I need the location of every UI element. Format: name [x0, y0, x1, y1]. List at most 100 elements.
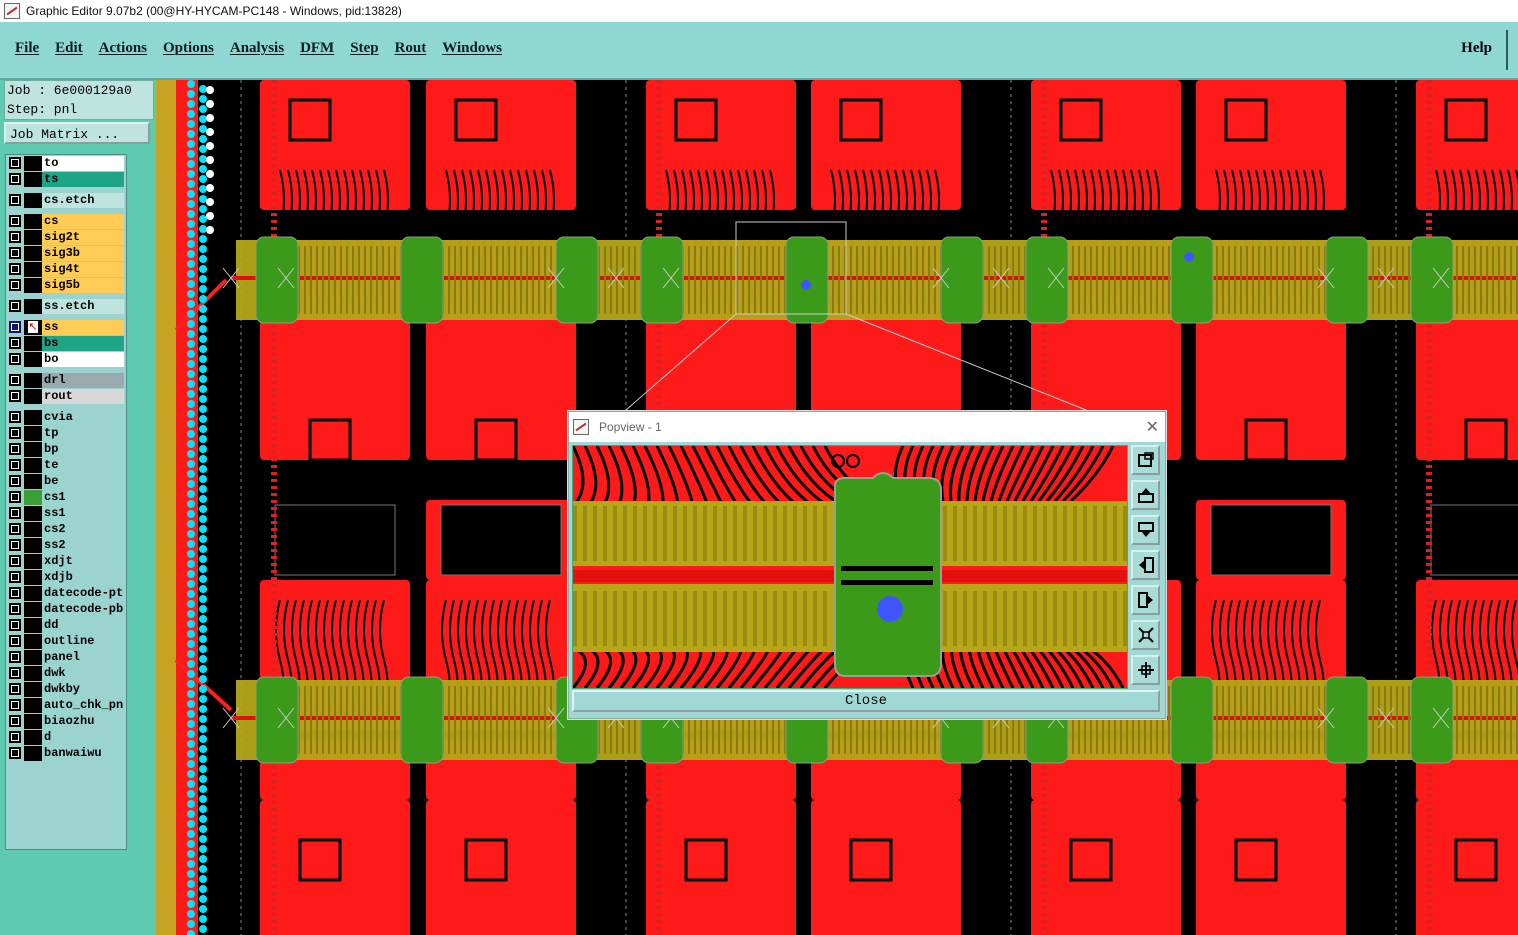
popview-titlebar[interactable]: Popview - 1 ✕	[569, 412, 1165, 442]
layer-checkbox[interactable]	[9, 300, 21, 312]
layer-checkbox[interactable]	[9, 555, 21, 567]
layer-row-dd[interactable]: dd	[8, 618, 126, 633]
layer-color-swatch[interactable]	[24, 246, 42, 261]
zoom-out-tool[interactable]	[1131, 620, 1160, 650]
layer-color-swatch[interactable]	[24, 650, 42, 665]
layer-color-swatch[interactable]	[24, 490, 42, 505]
layer-checkbox[interactable]	[9, 194, 21, 206]
layer-checkbox[interactable]	[9, 279, 21, 291]
layer-name[interactable]: xdjb	[42, 570, 124, 585]
layer-name[interactable]: rout	[42, 389, 124, 404]
layer-checkbox[interactable]	[9, 263, 21, 275]
popview-canvas[interactable]	[572, 445, 1128, 689]
layer-row-bo[interactable]: bo	[8, 352, 126, 367]
layer-row-cs-etch[interactable]: cs.etch	[8, 193, 126, 208]
layer-color-swatch[interactable]	[24, 730, 42, 745]
layer-checkbox[interactable]	[9, 523, 21, 535]
layer-checkbox[interactable]	[9, 321, 21, 333]
layer-checkbox[interactable]	[9, 374, 21, 386]
job-matrix-button[interactable]: Job Matrix ...	[4, 122, 150, 144]
layer-row-tp[interactable]: tp	[8, 426, 126, 441]
layer-name[interactable]: ss2	[42, 538, 124, 553]
menu-rout[interactable]: Rout	[387, 40, 435, 57]
layer-name[interactable]: cs.etch	[42, 193, 124, 208]
layer-row-dwkby[interactable]: dwkby	[8, 682, 126, 697]
layer-checkbox[interactable]	[9, 411, 21, 423]
layer-row-panel[interactable]: panel	[8, 650, 126, 665]
layer-checkbox[interactable]	[9, 683, 21, 695]
layer-name[interactable]: cs1	[42, 490, 124, 505]
zoom-home-tool[interactable]	[1131, 445, 1160, 475]
layer-row-d[interactable]: d	[8, 730, 126, 745]
popview-close-icon[interactable]: ✕	[1146, 417, 1159, 437]
layer-checkbox[interactable]	[9, 443, 21, 455]
layer-color-swatch[interactable]	[24, 156, 42, 171]
layer-checkbox[interactable]	[9, 157, 21, 169]
layer-checkbox[interactable]	[9, 731, 21, 743]
layer-color-swatch[interactable]	[24, 214, 42, 229]
layer-row-be[interactable]: be	[8, 474, 126, 489]
layer-row-cvia[interactable]: cvia	[8, 410, 126, 425]
layer-name[interactable]: xdjt	[42, 554, 124, 569]
layer-row-sig3b[interactable]: sig3b	[8, 246, 126, 261]
menu-help[interactable]: Help	[1461, 40, 1492, 57]
layer-name[interactable]: dd	[42, 618, 124, 633]
layer-color-swatch[interactable]	[24, 474, 42, 489]
layer-name[interactable]: bo	[42, 352, 124, 367]
layer-name[interactable]: auto_chk_pnl	[42, 698, 124, 713]
layer-checkbox[interactable]	[9, 390, 21, 402]
layer-color-swatch[interactable]	[24, 618, 42, 633]
layer-color-swatch[interactable]	[24, 714, 42, 729]
layer-name[interactable]: te	[42, 458, 124, 473]
layer-name[interactable]: to	[42, 156, 124, 171]
layer-row-outline[interactable]: outline	[8, 634, 126, 649]
menu-options[interactable]: Options	[155, 40, 222, 57]
layer-row-drl[interactable]: drl	[8, 373, 126, 388]
layer-row-to[interactable]: to	[8, 156, 126, 171]
layer-color-swatch[interactable]	[24, 666, 42, 681]
layer-row-biaozhu[interactable]: biaozhu	[8, 714, 126, 729]
layer-checkbox[interactable]	[9, 699, 21, 711]
layer-color-swatch[interactable]	[24, 554, 42, 569]
menu-actions[interactable]: Actions	[91, 40, 155, 57]
layer-checkbox[interactable]	[9, 635, 21, 647]
menu-dfm[interactable]: DFM	[292, 40, 342, 57]
layer-name[interactable]: dwkby	[42, 682, 124, 697]
layer-color-swatch[interactable]	[24, 586, 42, 601]
layer-name[interactable]: panel	[42, 650, 124, 665]
zoom-in-tool[interactable]	[1131, 655, 1160, 685]
layer-checkbox[interactable]	[9, 619, 21, 631]
layer-color-swatch[interactable]	[24, 442, 42, 457]
layer-row-bs[interactable]: bs	[8, 336, 126, 351]
layer-color-swatch[interactable]	[24, 336, 42, 351]
layer-checkbox[interactable]	[9, 747, 21, 759]
menu-windows[interactable]: Windows	[434, 40, 510, 57]
layer-row-te[interactable]: te	[8, 458, 126, 473]
layer-name[interactable]: bp	[42, 442, 124, 457]
layer-color-swatch[interactable]	[24, 426, 42, 441]
layer-color-swatch[interactable]: ↖	[24, 320, 42, 335]
layer-checkbox[interactable]	[9, 571, 21, 583]
layer-name[interactable]: cs	[42, 214, 124, 229]
layer-checkbox[interactable]	[9, 459, 21, 471]
layer-checkbox[interactable]	[9, 173, 21, 185]
layer-name[interactable]: ts	[42, 172, 124, 187]
layer-name[interactable]: d	[42, 730, 124, 745]
layer-name[interactable]: datecode-pbc	[42, 602, 124, 617]
layer-name[interactable]: sig2t	[42, 230, 124, 245]
menu-step[interactable]: Step	[342, 40, 386, 57]
layer-name[interactable]: sig3b	[42, 246, 124, 261]
layer-name[interactable]: cs2	[42, 522, 124, 537]
layer-name[interactable]: ss	[42, 320, 124, 335]
layer-row-bp[interactable]: bp	[8, 442, 126, 457]
layer-color-swatch[interactable]	[24, 634, 42, 649]
layer-row-auto-chk-pnl[interactable]: auto_chk_pnl	[8, 698, 126, 713]
layer-color-swatch[interactable]	[24, 299, 42, 314]
menu-file[interactable]: File	[7, 40, 47, 57]
layer-color-swatch[interactable]	[24, 193, 42, 208]
layer-row-cs1[interactable]: cs1	[8, 490, 126, 505]
layer-checkbox[interactable]	[9, 667, 21, 679]
layer-name[interactable]: ss1	[42, 506, 124, 521]
menu-edit[interactable]: Edit	[47, 40, 91, 57]
layer-name[interactable]: dwk	[42, 666, 124, 681]
